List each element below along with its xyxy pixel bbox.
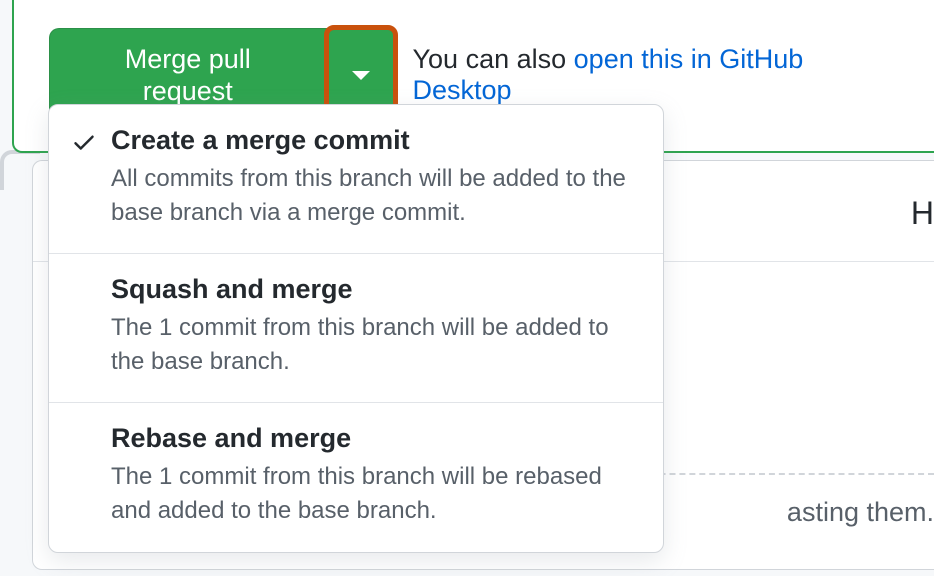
bg-partial-text: asting them. [787,497,934,528]
option-description: The 1 commit from this branch will be re… [111,460,635,527]
option-rebase-and-merge[interactable]: Rebase and merge The 1 commit from this … [49,403,663,551]
option-description: The 1 commit from this branch will be ad… [111,311,635,378]
hint-prefix: You can also [413,44,574,74]
option-create-merge-commit[interactable]: Create a merge commit All commits from t… [49,105,663,254]
caret-down-icon [352,71,370,80]
bg-heading: H [911,195,934,232]
option-description: All commits from this branch will be add… [111,162,635,229]
option-title: Rebase and merge [111,423,635,454]
option-squash-and-merge[interactable]: Squash and merge The 1 commit from this … [49,254,663,403]
option-title: Create a merge commit [111,125,635,156]
option-title: Squash and merge [111,274,635,305]
check-icon [71,129,97,155]
merge-dropdown-menu: Create a merge commit All commits from t… [48,104,664,553]
hint-text: You can also open this in GitHub Desktop [413,44,904,106]
